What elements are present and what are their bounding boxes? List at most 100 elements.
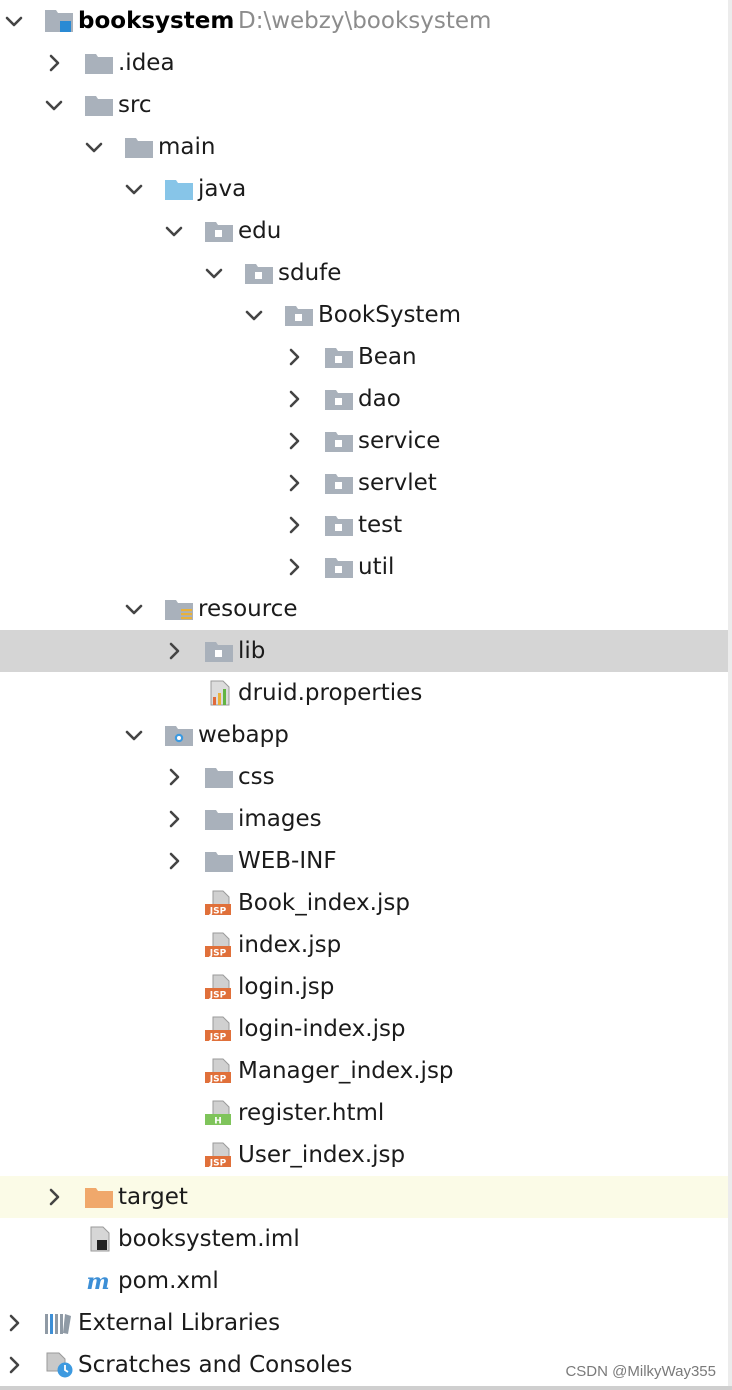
package-icon <box>284 302 314 328</box>
chevron-down-icon[interactable] <box>242 294 266 336</box>
project-path: D:\webzy\booksystem <box>238 8 492 34</box>
tree-node-label: Scratches and Consoles <box>78 1352 353 1378</box>
tree-node-register-html[interactable]: register.html <box>0 1092 728 1134</box>
chevron-down-icon[interactable] <box>162 210 186 252</box>
tree-node-book-index-jsp[interactable]: Book_index.jsp <box>0 882 728 924</box>
tree-node-servlet[interactable]: servlet <box>0 462 728 504</box>
tree-node-src[interactable]: src <box>0 84 728 126</box>
tree-node-web-inf[interactable]: WEB-INF <box>0 840 728 882</box>
chevron-right-icon[interactable] <box>162 798 186 840</box>
tree-node-druid-properties[interactable]: druid.properties <box>0 672 728 714</box>
chevron-down-icon[interactable] <box>202 252 226 294</box>
package-icon <box>324 554 354 580</box>
tree-node-label: resource <box>198 596 298 622</box>
tree-node-bean[interactable]: Bean <box>0 336 728 378</box>
chevron-right-icon[interactable] <box>162 756 186 798</box>
tree-node-label: edu <box>238 218 282 244</box>
chevron-down-icon[interactable] <box>122 168 146 210</box>
chevron-down-icon[interactable] <box>82 126 106 168</box>
chevron-right-icon[interactable] <box>42 42 66 84</box>
jsp-file-icon <box>204 1142 234 1168</box>
tree-node-label: .idea <box>118 50 175 76</box>
package-icon <box>324 512 354 538</box>
tree-node-css[interactable]: css <box>0 756 728 798</box>
package-icon <box>204 638 234 664</box>
chevron-right-icon[interactable] <box>162 630 186 672</box>
tree-node-idea[interactable]: .idea <box>0 42 728 84</box>
chevron-right-icon[interactable] <box>282 420 306 462</box>
chevron-right-icon[interactable] <box>282 462 306 504</box>
web-folder-icon <box>164 722 194 748</box>
tree-node-main[interactable]: main <box>0 126 728 168</box>
chevron-down-icon[interactable] <box>122 714 146 756</box>
source-folder-icon <box>164 176 194 202</box>
tree-node-label: booksystem.iml <box>118 1226 300 1252</box>
tree-node-label: Book_index.jsp <box>238 890 410 916</box>
package-icon <box>204 218 234 244</box>
tree-node-label: css <box>238 764 275 790</box>
tree-node-login-index-jsp[interactable]: login-index.jsp <box>0 1008 728 1050</box>
tree-node-java[interactable]: java <box>0 168 728 210</box>
tree-node-resource[interactable]: resource <box>0 588 728 630</box>
chevron-right-icon[interactable] <box>282 504 306 546</box>
tree-node-label: test <box>358 512 403 538</box>
tree-node-label: images <box>238 806 322 832</box>
jsp-file-icon <box>204 974 234 1000</box>
folder-icon <box>84 50 114 76</box>
tree-node-booksystem-iml[interactable]: booksystem.iml <box>0 1218 728 1260</box>
chevron-down-icon[interactable] <box>122 588 146 630</box>
tree-node-target[interactable]: target <box>0 1176 728 1218</box>
tree-node-label: webapp <box>198 722 289 748</box>
package-icon <box>244 260 274 286</box>
tree-node-label: login.jsp <box>238 974 335 1000</box>
chevron-right-icon[interactable] <box>2 1344 26 1386</box>
folder-icon <box>204 848 234 874</box>
maven-icon <box>84 1268 114 1294</box>
jsp-file-icon <box>204 932 234 958</box>
package-icon <box>324 344 354 370</box>
tree-node-label: pom.xml <box>118 1268 219 1294</box>
tree-node-label: dao <box>358 386 401 412</box>
chevron-down-icon[interactable] <box>42 84 66 126</box>
tree-node-pom-xml[interactable]: pom.xml <box>0 1260 728 1302</box>
tree-node-service[interactable]: service <box>0 420 728 462</box>
chevron-down-icon[interactable] <box>2 0 26 42</box>
jsp-file-icon <box>204 1058 234 1084</box>
panel-right-border <box>728 0 732 1390</box>
tree-node-dao[interactable]: dao <box>0 378 728 420</box>
tree-node-login-jsp[interactable]: login.jsp <box>0 966 728 1008</box>
jsp-file-icon <box>204 890 234 916</box>
tree-node-user-index-jsp[interactable]: User_index.jsp <box>0 1134 728 1176</box>
scratches-icon <box>44 1352 74 1378</box>
folder-icon <box>124 134 154 160</box>
chevron-right-icon[interactable] <box>42 1176 66 1218</box>
panel-bottom-border <box>0 1386 732 1390</box>
tree-node-test[interactable]: test <box>0 504 728 546</box>
package-icon <box>324 470 354 496</box>
tree-node-project-root[interactable]: booksystem D:\webzy\booksystem <box>0 0 728 42</box>
tree-node-images[interactable]: images <box>0 798 728 840</box>
project-name: booksystem <box>78 8 235 34</box>
chevron-right-icon[interactable] <box>162 840 186 882</box>
tree-node-index-jsp[interactable]: index.jsp <box>0 924 728 966</box>
tree-node-external-libraries[interactable]: External Libraries <box>0 1302 728 1344</box>
tree-node-sdufe[interactable]: sdufe <box>0 252 728 294</box>
resource-folder-icon <box>164 596 194 622</box>
tree-node-label: sdufe <box>278 260 342 286</box>
tree-node-label: service <box>358 428 441 454</box>
chevron-right-icon[interactable] <box>282 336 306 378</box>
tree-node-lib[interactable]: lib <box>0 630 728 672</box>
module-folder-icon <box>44 8 74 34</box>
chevron-right-icon[interactable] <box>282 378 306 420</box>
chevron-right-icon[interactable] <box>282 546 306 588</box>
tree-node-label: target <box>118 1184 188 1210</box>
tree-node-label: WEB-INF <box>238 848 337 874</box>
tree-node-booksystem-package[interactable]: BookSystem <box>0 294 728 336</box>
tree-node-util[interactable]: util <box>0 546 728 588</box>
tree-node-webapp[interactable]: webapp <box>0 714 728 756</box>
tree-node-edu[interactable]: edu <box>0 210 728 252</box>
chevron-right-icon[interactable] <box>2 1302 26 1344</box>
tree-node-label: main <box>158 134 216 160</box>
tree-node-manager-index-jsp[interactable]: Manager_index.jsp <box>0 1050 728 1092</box>
tree-node-label: src <box>118 92 152 118</box>
